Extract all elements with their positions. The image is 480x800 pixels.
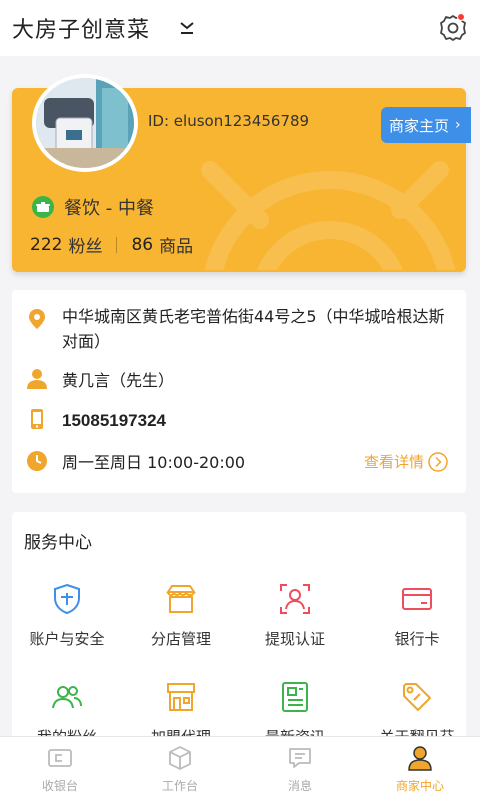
card-watermark-icon <box>201 161 456 270</box>
fans-icon <box>52 686 82 709</box>
products-count: 86 <box>131 234 154 255</box>
tag-icon <box>403 683 431 711</box>
service-label: 提现认证 <box>264 630 325 648</box>
merchant-id: ID: eluson123456789 <box>148 112 310 130</box>
service-branch-management[interactable]: 分店管理 <box>126 582 236 649</box>
nav-label: 工作台 <box>161 779 198 793</box>
avatar-image <box>36 78 134 168</box>
user-verify-icon <box>280 584 310 614</box>
notification-dot <box>457 13 465 21</box>
shield-icon <box>54 583 80 615</box>
bottom-nav: 收银台 工作台 消息 商家中心 <box>0 736 480 800</box>
nav-label: 消息 <box>287 779 312 793</box>
location-pin-icon <box>29 309 45 329</box>
contact-name: 黄几言（先生） <box>62 371 175 390</box>
phone-icon <box>31 409 43 429</box>
nav-item-messages[interactable]: 消息 <box>240 737 360 800</box>
chevron-circle-right-icon <box>428 451 448 472</box>
clock-icon <box>27 451 47 471</box>
nav-label: 商家中心 <box>395 779 444 793</box>
nav-item-workbench[interactable]: 工作台 <box>120 737 240 800</box>
fans-label: 粉丝 <box>68 237 103 257</box>
merchant-stats: 222 粉丝 86 商品 <box>30 232 194 258</box>
fans-count: 222 <box>30 234 63 255</box>
view-details-label: 查看详情 <box>364 453 425 471</box>
store-info-card: 中华城南区黄氏老宅普佑街44号之5（中华城哈根达斯对面） 黄几言（先生） 150… <box>12 290 466 493</box>
workbench-icon <box>169 746 191 770</box>
cashier-icon <box>48 749 72 767</box>
service-withdraw-verify[interactable]: 提现认证 <box>240 582 350 649</box>
message-icon <box>289 748 311 768</box>
nav-item-cashier[interactable]: 收银台 <box>0 737 120 800</box>
merchant-category: 餐饮 - 中餐 <box>64 198 154 219</box>
nav-label: 收银台 <box>41 779 78 793</box>
franchise-icon <box>167 683 195 711</box>
merchant-home-label: 商家主页 <box>389 116 450 135</box>
address-text: 中华城南区黄氏老宅普佑街44号之5（中华城哈根达斯对面） <box>62 307 445 351</box>
phone-number: 15085197324 <box>62 411 167 430</box>
merchant-center-icon <box>408 746 432 771</box>
store-title[interactable]: 大房子创意菜 <box>12 12 150 44</box>
pot-icon <box>32 196 54 218</box>
service-label: 账户与安全 <box>29 630 105 648</box>
bank-card-icon <box>402 588 432 610</box>
avatar[interactable] <box>32 74 138 172</box>
news-icon <box>282 682 308 712</box>
top-bar: 大房子创意菜 <box>0 0 480 56</box>
store-icon <box>166 585 196 613</box>
service-account-security[interactable]: 账户与安全 <box>12 582 122 649</box>
service-center-title: 服务中心 <box>24 533 92 553</box>
service-center-card: 服务中心 账户与安全 分店管理 提现认证 银行卡 <box>12 512 466 752</box>
chevron-down-icon[interactable] <box>178 16 196 38</box>
person-icon <box>27 369 47 389</box>
business-hours: 周一至周日 10:00-20:00 <box>62 453 246 472</box>
service-bank-card[interactable]: 银行卡 <box>362 582 466 649</box>
chevron-right-icon: › <box>455 117 461 133</box>
service-label: 分店管理 <box>150 630 211 648</box>
nav-item-merchant-center[interactable]: 商家中心 <box>360 737 480 800</box>
service-label: 银行卡 <box>394 630 440 648</box>
products-label: 商品 <box>159 237 194 257</box>
merchant-home-button[interactable]: 商家主页 › <box>381 107 471 143</box>
stats-divider <box>116 236 118 253</box>
view-details-link[interactable]: 查看详情 <box>364 451 448 472</box>
